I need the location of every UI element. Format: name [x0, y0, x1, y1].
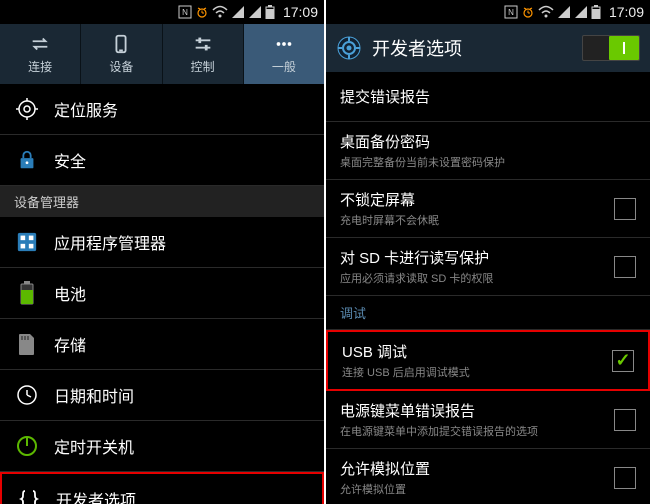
signal-icon	[557, 5, 571, 19]
item-power-menu-bug[interactable]: 电源键菜单错误报告 在电源键菜单中添加提交错误报告的选项	[326, 391, 650, 449]
nfc-icon: N	[504, 5, 518, 19]
tab-label: 一般	[272, 58, 296, 75]
signal-icon-2	[248, 5, 262, 19]
item-label: USB 调试	[342, 341, 602, 362]
status-time: 17:09	[283, 4, 318, 20]
checkbox[interactable]	[614, 256, 636, 278]
item-app-manager[interactable]: 应用程序管理器	[0, 217, 324, 268]
item-label: 应用程序管理器	[54, 230, 166, 254]
item-sublabel: 桌面完整备份当前未设置密码保护	[340, 154, 636, 170]
item-label: 对 SD 卡进行读写保护	[340, 247, 604, 268]
lock-icon	[14, 147, 40, 173]
signal-icon-2	[574, 5, 588, 19]
nfc-icon: N	[178, 5, 192, 19]
item-usb-debugging[interactable]: USB 调试 连接 USB 后启用调试模式	[326, 330, 650, 391]
tab-device[interactable]: 设备	[81, 24, 162, 84]
tab-controls[interactable]: 控制	[163, 24, 244, 84]
item-label: 不锁定屏幕	[340, 189, 604, 210]
svg-text:N: N	[182, 8, 188, 17]
alarm-icon	[521, 5, 535, 19]
item-sublabel: 允许模拟位置	[340, 481, 604, 497]
apps-icon	[14, 229, 40, 255]
item-sublabel: 充电时屏幕不会休眠	[340, 212, 604, 228]
checkbox[interactable]	[614, 198, 636, 220]
status-bar: N 17:09	[0, 0, 324, 24]
developer-header: 开发者选项	[326, 24, 650, 72]
item-datetime[interactable]: 日期和时间	[0, 370, 324, 421]
item-sublabel: 在电源键菜单中添加提交错误报告的选项	[340, 423, 604, 439]
battery-icon	[591, 5, 601, 19]
item-label: 电源键菜单错误报告	[340, 400, 604, 421]
item-location[interactable]: 定位服务	[0, 84, 324, 135]
item-developer-options[interactable]: 开发者选项	[0, 472, 324, 504]
developer-list: 提交错误报告 桌面备份密码 桌面完整备份当前未设置密码保护 不锁定屏幕 充电时屏…	[326, 72, 650, 504]
tab-label: 设备	[109, 58, 133, 75]
power-icon	[14, 433, 40, 459]
svg-text:N: N	[508, 8, 514, 17]
status-bar: N 17:09	[326, 0, 650, 24]
battery-icon	[265, 5, 275, 19]
tab-general[interactable]: 一般	[244, 24, 324, 84]
item-label: 日期和时间	[54, 383, 134, 407]
sliders-icon	[192, 33, 214, 55]
tab-label: 连接	[28, 58, 52, 75]
checkbox[interactable]	[614, 409, 636, 431]
section-debug: 调试	[326, 296, 650, 330]
item-sublabel: 连接 USB 后启用调试模式	[342, 364, 602, 380]
item-storage[interactable]: 存储	[0, 319, 324, 370]
signal-icon	[231, 5, 245, 19]
phone-left: N 17:09 连接 设备 控制	[0, 0, 324, 504]
clock-icon	[14, 382, 40, 408]
settings-list: 定位服务 安全 设备管理器 应用程序管理器 电池	[0, 84, 324, 504]
checkbox[interactable]	[614, 467, 636, 489]
tab-connections[interactable]: 连接	[0, 24, 81, 84]
phone-icon	[110, 33, 132, 55]
item-scheduled-power[interactable]: 定时开关机	[0, 421, 324, 472]
checkbox-checked[interactable]	[612, 350, 634, 372]
item-label: 定时开关机	[54, 434, 134, 458]
item-label: 电池	[54, 281, 86, 305]
swap-icon	[29, 33, 51, 55]
wifi-icon	[538, 5, 554, 19]
tab-label: 控制	[191, 58, 215, 75]
item-label: 桌面备份密码	[340, 131, 636, 152]
item-backup-password[interactable]: 桌面备份密码 桌面完整备份当前未设置密码保护	[326, 122, 650, 180]
wifi-icon	[212, 5, 228, 19]
item-sublabel: 应用必须请求读取 SD 卡的权限	[340, 270, 604, 286]
item-label: 开发者选项	[56, 487, 136, 504]
gear-icon[interactable]	[336, 35, 362, 61]
section-device-manager: 设备管理器	[0, 186, 324, 217]
item-mock-locations[interactable]: 允许模拟位置 允许模拟位置	[326, 449, 650, 504]
item-label: 安全	[54, 148, 86, 172]
phone-right: N 17:09 开发者选项 提交错误报告 桌面备份密码 桌面完整备份当前未设置密…	[326, 0, 650, 504]
target-icon	[14, 96, 40, 122]
braces-icon	[16, 486, 42, 504]
item-label: 提交错误报告	[340, 86, 636, 107]
item-sd-protect[interactable]: 对 SD 卡进行读写保护 应用必须请求读取 SD 卡的权限	[326, 238, 650, 296]
item-stay-awake[interactable]: 不锁定屏幕 充电时屏幕不会休眠	[326, 180, 650, 238]
master-toggle[interactable]	[582, 35, 640, 61]
item-label: 存储	[54, 332, 86, 356]
item-bug-report[interactable]: 提交错误报告	[326, 72, 650, 122]
battery-icon	[14, 280, 40, 306]
sd-card-icon	[14, 331, 40, 357]
alarm-icon	[195, 5, 209, 19]
item-label: 定位服务	[54, 97, 118, 121]
item-battery[interactable]: 电池	[0, 268, 324, 319]
item-security[interactable]: 安全	[0, 135, 324, 186]
page-title: 开发者选项	[372, 35, 572, 61]
settings-tabs: 连接 设备 控制 一般	[0, 24, 324, 84]
more-icon	[273, 33, 295, 55]
status-time: 17:09	[609, 4, 644, 20]
item-label: 允许模拟位置	[340, 458, 604, 479]
